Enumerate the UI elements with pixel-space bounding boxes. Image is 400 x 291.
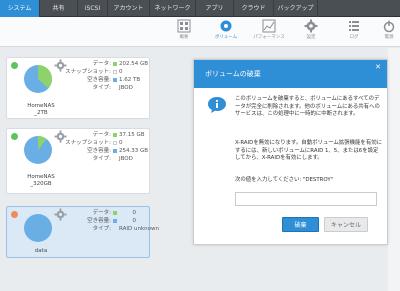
tab-network[interactable]: ネットワーク [150,0,196,17]
stat-value: 254.33 GB [119,148,149,154]
stat-value: 0 [132,210,137,216]
stat-free: 空き容量: 254.33 GB [65,147,149,155]
tab-system[interactable]: システム [0,0,40,17]
tool-volumes-label: ボリューム [214,35,238,40]
stat-label: スナップショット: [65,69,111,75]
status-dot [11,211,18,218]
volume-card[interactable]: HomeNAS _2TB データ: 202.54 GB スナップショット: 0 空き… [6,57,150,119]
usage-pie-chart [24,214,52,242]
usage-pie-chart [24,64,53,93]
volume-stats: データ: 37.15 GB スナップショット: 0 空き容量: 254.33 GB タ… [65,131,149,163]
stat-label: 空き容量: [87,218,111,224]
stat-label: スナップショット: [65,140,111,146]
tool-logs-label: ログ [349,35,359,40]
stat-free: 空き容量: 1.62 TB [65,76,149,84]
tab-accounts[interactable]: アカウント [108,0,150,17]
stat-label: データ: [92,61,111,67]
tool-overview-label: 概要 [179,35,189,40]
top-navigation: システム 共有 iSCSI アカウント ネットワーク アプリ クラウド バックア… [0,0,400,17]
stat-label: タイプ: [92,226,111,232]
stat-free: 空き容量: 0 [65,217,149,225]
tab-iscsi[interactable]: iSCSI [78,0,108,17]
side-panel [388,48,400,291]
stat-value: JBOD [119,156,133,162]
stat-value: 0 [119,140,123,146]
stat-label: タイプ: [92,85,111,91]
tool-settings[interactable]: 設定 [293,19,329,46]
destroy-button[interactable]: 破棄 [282,217,319,232]
logs-icon [349,21,359,31]
stat-value: JBOD [119,85,133,91]
volume-name: HomeNAS _320GB [27,174,55,187]
stat-data: データ: 202.54 GB [65,60,149,68]
status-dot [11,62,18,69]
data-swatch [113,133,117,137]
tool-overview[interactable]: 概要 [166,19,202,46]
stat-type: タイプ: RAID unknown [65,225,159,233]
dialog-xraid-text: X-RAIDを無効になります。自動ボリューム拡張機能を有効にするには、新しいボリ… [235,140,382,162]
confirm-input[interactable] [235,192,377,206]
overview-icon [177,19,191,33]
stat-value: 202.54 GB [119,61,149,67]
usage-pie-chart [24,136,52,164]
cancel-button[interactable]: キャンセル [324,217,368,232]
stat-label: データ: [92,210,111,216]
stat-data: データ: 0 [65,209,149,217]
volume-stats: データ: 0 空き容量: 0 タイプ: RAID unknown [65,209,159,233]
stat-data: データ: 37.15 GB [65,131,149,139]
stat-type: タイプ: JBOD [65,155,149,163]
destroy-volume-dialog: ボリュームの破棄 ✕ このボリュームを破棄すると、ボリュームにあるすべてのデータ… [193,59,388,245]
status-dot [11,133,18,140]
tool-volumes[interactable]: ボリューム [208,19,244,46]
volume-card[interactable]: HomeNAS _320GB データ: 37.15 GB スナップショット: 0 空… [6,128,150,194]
sub-toolbar: 概要 ボリューム パフォーマンス 設定 ログ 電源 [0,17,400,47]
settings-icon [304,19,318,33]
stat-value: 1.62 TB [119,77,141,83]
stat-value: 37.15 GB [119,132,145,138]
tool-settings-label: 設定 [306,35,316,40]
snapshot-swatch [113,70,117,74]
data-swatch [113,211,117,215]
power-icon [383,20,395,33]
tool-logs[interactable]: ログ [336,19,372,46]
stat-label: データ: [92,132,111,138]
stat-type: タイプ: JBOD [65,84,149,92]
tool-performance-label: パフォーマンス [253,35,285,40]
tool-power[interactable]: 電源 [378,19,400,46]
stat-label: 空き容量: [87,148,111,154]
volume-card-selected[interactable]: data データ: 0 空き容量: 0 タイプ: RAID unknown [6,206,159,258]
stat-label: 空き容量: [87,77,111,83]
volume-name: data [34,248,48,254]
snapshot-swatch [113,141,117,145]
close-icon[interactable]: ✕ [374,63,382,71]
free-swatch [113,149,117,153]
free-swatch [113,78,117,82]
data-swatch [113,62,117,66]
tab-cloud[interactable]: クラウド [234,0,274,17]
info-bubble-icon [208,97,226,113]
volume-stats: データ: 202.54 GB スナップショット: 0 空き容量: 1.62 TB タイ… [65,60,149,92]
volume-name: HomeNAS _2TB [27,103,55,116]
stat-label: タイプ: [92,156,111,162]
tool-power-label: 電源 [384,35,394,40]
dialog-warning-text: このボリュームを破棄すると、ボリュームにあるすべてのデータが完全に削除されます。… [235,96,380,118]
volume-icon [220,20,232,32]
stat-value: RAID unknown [119,226,159,232]
stat-snapshots: スナップショット: 0 [65,139,149,147]
tab-apps[interactable]: アプリ [196,0,234,17]
stat-value: 0 [119,69,123,75]
dialog-title: ボリュームの破棄 [205,70,261,78]
stat-snapshots: スナップショット: 0 [65,68,149,76]
tool-performance[interactable]: パフォーマンス [251,19,287,46]
stat-value: 0 [132,218,137,224]
tab-backup[interactable]: バックアップ [274,0,318,17]
performance-icon [262,19,276,33]
tab-shares[interactable]: 共有 [40,0,78,17]
free-swatch [113,219,117,223]
dialog-confirm-prompt: 次の値を入力してください: "DESTROY" [235,177,334,183]
dialog-header: ボリュームの破棄 ✕ [194,60,387,88]
